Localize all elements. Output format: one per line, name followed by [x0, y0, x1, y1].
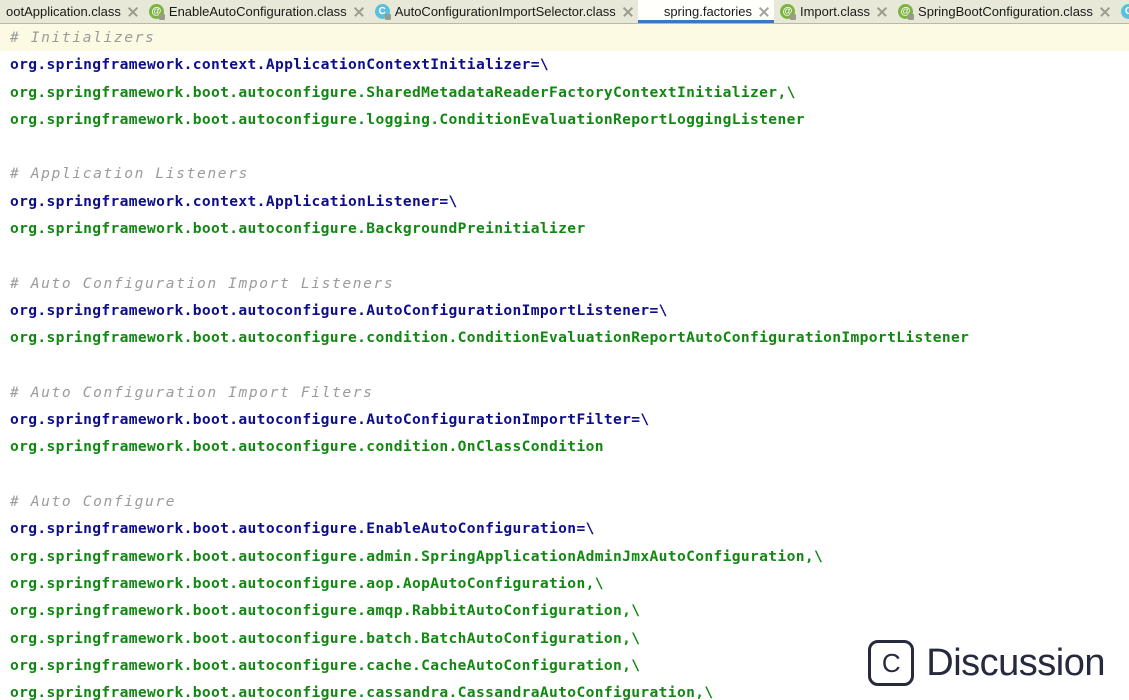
annotation-icon-glyph: @: [779, 4, 795, 19]
property-value-token: org.springframework.boot.autoconfigure.c…: [10, 684, 714, 700]
editor-tab-label: ootApplication.class: [6, 4, 121, 19]
editor-tab-overflow-peek[interactable]: C: [1115, 0, 1129, 23]
property-value-token: org.springframework.boot.autoconfigure.a…: [10, 574, 604, 592]
editor-tab-bar: @ootApplication.class@EnableAutoConfigur…: [0, 0, 1129, 24]
code-line[interactable]: org.springframework.boot.autoconfigure.a…: [0, 597, 1129, 624]
code-line[interactable]: org.springframework.boot.autoconfigure.a…: [0, 570, 1129, 597]
code-line[interactable]: # Application Listeners: [0, 160, 1129, 187]
property-key-token: org.springframework.boot.autoconfigure.A…: [10, 411, 650, 429]
property-key-token: org.springframework.context.ApplicationL…: [10, 192, 458, 210]
class-icon-glyph: C: [1120, 4, 1129, 19]
property-key-token: org.springframework.context.ApplicationC…: [10, 56, 550, 74]
code-line-blank[interactable]: [0, 242, 1129, 269]
editor-tab-label: Import.class: [799, 4, 871, 19]
property-key-token: org.springframework.boot.autoconfigure.A…: [10, 301, 668, 319]
comment-token: # Auto Configuration Import Listeners: [10, 274, 395, 292]
class-icon: C: [374, 4, 390, 19]
code-line[interactable]: # Initializers: [0, 24, 1129, 52]
close-icon[interactable]: [127, 6, 139, 18]
class-icon-glyph: C: [374, 4, 390, 19]
editor-tab-spring-factories[interactable]: spring.factories: [637, 0, 775, 23]
comment-token: # Initializers: [10, 29, 156, 46]
editor-tab-enableautoconfiguration-class[interactable]: @ EnableAutoConfiguration.class: [143, 0, 369, 23]
close-icon[interactable]: [1099, 6, 1111, 18]
property-value-token: org.springframework.boot.autoconfigure.c…: [10, 656, 641, 674]
property-value-token: org.springframework.boot.autoconfigure.B…: [10, 220, 586, 238]
code-line-blank[interactable]: [0, 352, 1129, 379]
property-value-token: org.springframework.boot.autoconfigure.b…: [10, 629, 641, 647]
comment-token: # Application Listeners: [10, 165, 249, 183]
code-line[interactable]: org.springframework.boot.autoconfigure.S…: [0, 79, 1129, 106]
code-line-blank[interactable]: [0, 461, 1129, 488]
class-icon: C: [1120, 4, 1129, 19]
property-value-token: org.springframework.boot.autoconfigure.l…: [10, 110, 805, 128]
code-editor-pane[interactable]: # Initializers org.springframework.contex…: [0, 24, 1129, 700]
editor-tab-springbootconfiguration-class[interactable]: @ SpringBootConfiguration.class: [892, 0, 1115, 23]
code-line[interactable]: org.springframework.boot.autoconfigure.E…: [0, 515, 1129, 542]
editor-tab-autoconfigurationimportselector-class[interactable]: C AutoConfigurationImportSelector.class: [369, 0, 638, 23]
close-icon[interactable]: [876, 6, 888, 18]
code-line[interactable]: org.springframework.boot.autoconfigure.c…: [0, 324, 1129, 351]
annotation-icon: @: [898, 4, 914, 19]
comment-token: # Auto Configure: [10, 493, 177, 511]
annotation-icon-glyph: @: [148, 4, 164, 19]
code-line-blank[interactable]: [0, 133, 1129, 160]
code-line[interactable]: # Auto Configuration Import Listeners: [0, 270, 1129, 297]
code-line[interactable]: org.springframework.context.ApplicationC…: [0, 51, 1129, 78]
annotation-icon-glyph: @: [898, 4, 914, 19]
code-line[interactable]: org.springframework.boot.autoconfigure.c…: [0, 433, 1129, 460]
close-icon[interactable]: [758, 6, 770, 18]
code-line[interactable]: org.springframework.boot.autoconfigure.a…: [0, 543, 1129, 570]
editor-tab-import-class[interactable]: @ Import.class: [774, 0, 892, 23]
code-line[interactable]: org.springframework.boot.autoconfigure.l…: [0, 106, 1129, 133]
spring-leaf-icon: [644, 4, 659, 19]
editor-tab-ootapplication-class[interactable]: @ootApplication.class: [0, 0, 143, 23]
code-line[interactable]: org.springframework.boot.autoconfigure.A…: [0, 406, 1129, 433]
editor-tab-label: spring.factories: [663, 4, 752, 19]
code-line[interactable]: # Auto Configuration Import Filters: [0, 379, 1129, 406]
code-line[interactable]: org.springframework.boot.autoconfigure.c…: [0, 679, 1129, 700]
property-value-token: org.springframework.boot.autoconfigure.a…: [10, 602, 641, 620]
code-line[interactable]: org.springframework.boot.autoconfigure.b…: [0, 625, 1129, 652]
code-line[interactable]: org.springframework.boot.autoconfigure.A…: [0, 297, 1129, 324]
property-value-token: org.springframework.boot.autoconfigure.S…: [10, 83, 796, 101]
property-value-token: org.springframework.boot.autoconfigure.c…: [10, 329, 970, 347]
close-icon[interactable]: [622, 6, 634, 18]
close-icon[interactable]: [353, 6, 365, 18]
editor-tab-label: EnableAutoConfiguration.class: [168, 4, 347, 19]
annotation-icon: @: [148, 4, 164, 19]
annotation-icon: @: [779, 4, 795, 19]
editor-tab-label: AutoConfigurationImportSelector.class: [394, 4, 616, 19]
code-line[interactable]: org.springframework.boot.autoconfigure.c…: [0, 652, 1129, 679]
code-line[interactable]: # Auto Configure: [0, 488, 1129, 515]
code-line[interactable]: org.springframework.boot.autoconfigure.B…: [0, 215, 1129, 242]
property-value-token: org.springframework.boot.autoconfigure.a…: [10, 547, 824, 565]
editor-tab-label: SpringBootConfiguration.class: [918, 4, 1093, 19]
property-value-token: org.springframework.boot.autoconfigure.c…: [10, 438, 604, 456]
code-line[interactable]: org.springframework.context.ApplicationL…: [0, 188, 1129, 215]
property-key-token: org.springframework.boot.autoconfigure.E…: [10, 520, 595, 538]
comment-token: # Auto Configuration Import Filters: [10, 383, 374, 401]
